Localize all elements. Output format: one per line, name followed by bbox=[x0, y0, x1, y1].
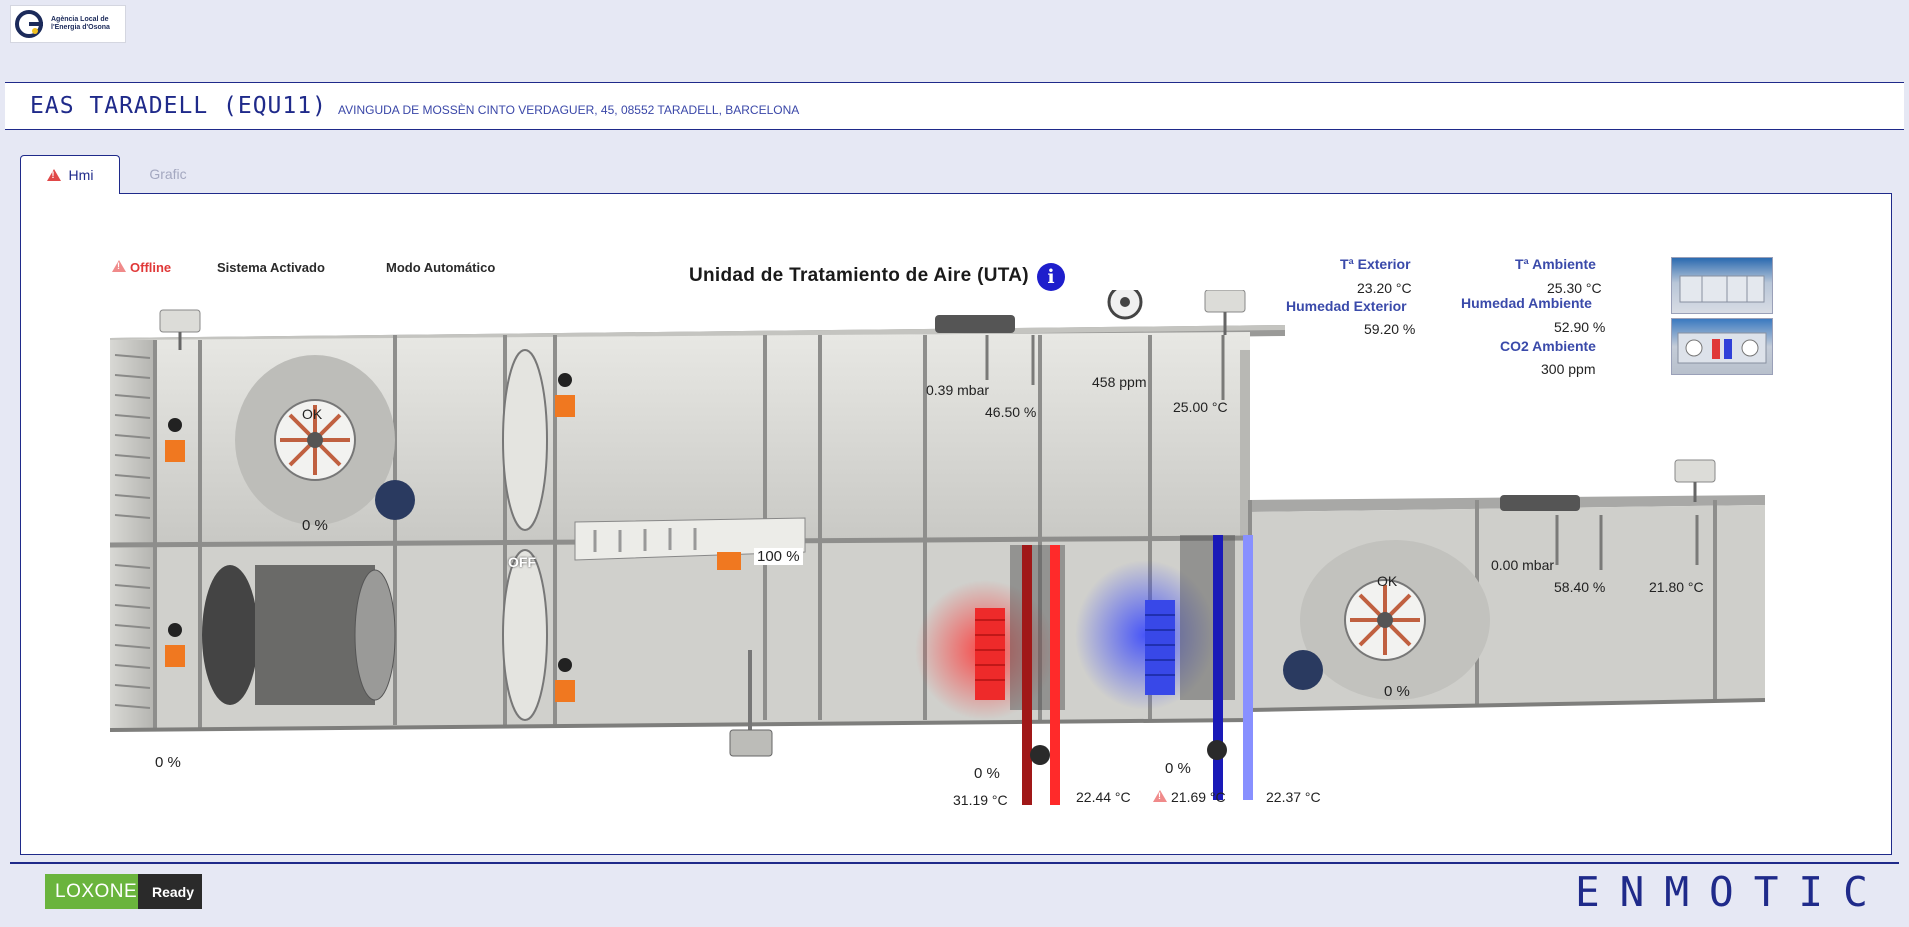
site-title: EAS TARADELL (EQU11) bbox=[30, 93, 327, 119]
ahu-cutaway-image bbox=[1677, 332, 1767, 364]
tab-grafic-label: Grafic bbox=[149, 166, 187, 182]
exterior-humidity-value: 59.20 % bbox=[1364, 321, 1416, 337]
ambient-co2-value: 300 ppm bbox=[1541, 361, 1596, 377]
mode-status: Modo Automático bbox=[386, 260, 496, 275]
exterior-humidity-label: Humedad Exterior bbox=[1286, 298, 1407, 314]
heating-inlet-temperature: 31.19 °C bbox=[953, 792, 1008, 808]
tab-hmi-label: Hmi bbox=[68, 167, 94, 183]
agency-logo-text: Agència Local de l'Energia d'Osona bbox=[51, 16, 110, 31]
return-pressure: 0.00 mbar bbox=[1491, 557, 1555, 573]
supply-humidity: 46.50 % bbox=[985, 404, 1037, 420]
exterior-temp-value: 23.20 °C bbox=[1357, 280, 1412, 296]
loxone-logo-text: LOXONE bbox=[45, 874, 138, 909]
heat-recovery-state: OFF bbox=[508, 554, 536, 570]
tab-grafic[interactable]: Grafic bbox=[128, 155, 208, 193]
return-humidity: 58.40 % bbox=[1554, 579, 1606, 595]
exhaust-fan-percent: 0 % bbox=[1384, 683, 1410, 700]
system-status: Sistema Activado bbox=[217, 260, 325, 275]
site-address: AVINGUDA DE MOSSÈN CINTO VERDAGUER, 45, … bbox=[338, 103, 800, 117]
ambient-co2-label: CO2 Ambiente bbox=[1500, 338, 1596, 354]
intake-fan-percent: 0 % bbox=[302, 517, 328, 534]
ambient-humidity-value: 52.90 % bbox=[1554, 319, 1606, 335]
supply-pressure: 0.39 mbar bbox=[926, 382, 990, 398]
connection-status-label: Offline bbox=[130, 260, 172, 275]
warning-icon bbox=[46, 169, 61, 181]
connection-status: Offline bbox=[112, 260, 171, 275]
heating-outlet-temperature: 22.44 °C bbox=[1076, 789, 1131, 805]
agency-logo-icon bbox=[15, 9, 45, 39]
ambient-temp-value: 25.30 °C bbox=[1547, 280, 1602, 296]
heating-valve-percent: 0 % bbox=[974, 765, 1000, 782]
ahu-photo-thumbnail[interactable] bbox=[1671, 257, 1773, 314]
exterior-temp-label: Tª Exterior bbox=[1340, 256, 1411, 272]
ahu-schematic bbox=[109, 290, 1766, 805]
loxone-ready-logo: LOXONE Ready bbox=[45, 874, 202, 909]
return-temperature: 21.80 °C bbox=[1649, 579, 1704, 595]
ahu-photo-image bbox=[1679, 275, 1765, 303]
cooling-inlet-temperature: 21.69 °C bbox=[1153, 789, 1226, 805]
uta-title: Unidad de Tratamiento de Aire (UTA) bbox=[689, 265, 1029, 286]
agency-logo: Agència Local de l'Energia d'Osona bbox=[10, 5, 126, 43]
exhaust-fan-state: OK bbox=[1377, 573, 1398, 589]
enmotic-logo: ENMOTIC bbox=[1575, 868, 1888, 916]
offline-warning-icon bbox=[112, 260, 126, 272]
intake-damper-percent: 0 % bbox=[155, 754, 181, 771]
ambient-humidity-label: Humedad Ambiente bbox=[1461, 295, 1592, 311]
cooling-valve-percent: 0 % bbox=[1165, 760, 1191, 777]
supply-co2: 458 ppm bbox=[1092, 374, 1147, 390]
cooling-warning-icon bbox=[1153, 790, 1167, 802]
cooling-inlet-value: 21.69 °C bbox=[1171, 789, 1226, 805]
mix-damper-percent: 100 % bbox=[754, 548, 803, 565]
ambient-temp-label: Tª Ambiente bbox=[1515, 256, 1596, 272]
footer-divider bbox=[10, 862, 1899, 864]
cooling-outlet-temperature: 22.37 °C bbox=[1266, 789, 1321, 805]
info-icon[interactable]: i bbox=[1037, 263, 1065, 291]
site-header: EAS TARADELL (EQU11) AVINGUDA DE MOSSÈN … bbox=[5, 82, 1904, 130]
ahu-cutaway-thumbnail[interactable] bbox=[1671, 318, 1773, 375]
supply-temperature: 25.00 °C bbox=[1173, 399, 1228, 415]
loxone-ready-text: Ready bbox=[138, 874, 202, 909]
tab-hmi[interactable]: Hmi bbox=[20, 155, 120, 194]
intake-fan-state: OK bbox=[302, 406, 323, 422]
